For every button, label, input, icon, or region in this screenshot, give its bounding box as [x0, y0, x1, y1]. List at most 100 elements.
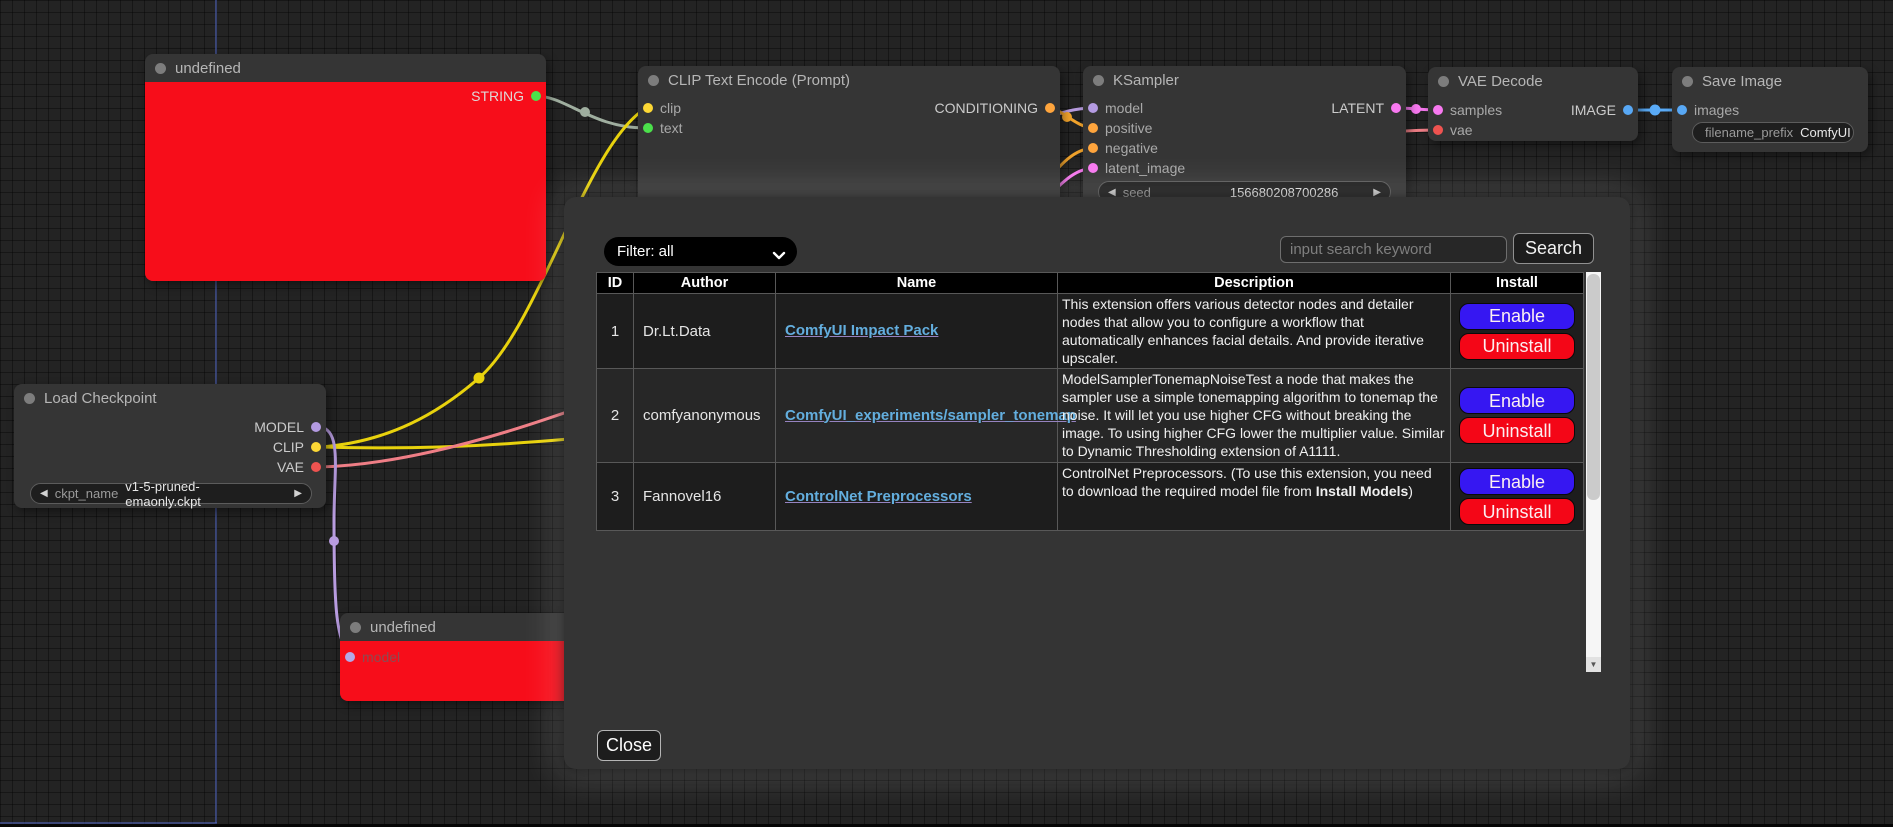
model-port-icon[interactable] — [345, 652, 355, 662]
node-undefined-bottom[interactable]: undefined model — [340, 613, 572, 701]
cell-install: Enable Uninstall — [1451, 463, 1584, 531]
node-title: Save Image — [1702, 73, 1782, 90]
latent-port-icon[interactable] — [1433, 105, 1443, 115]
output-slot-conditioning[interactable]: CONDITIONING — [935, 99, 1055, 117]
wire-dot-conditioning — [1062, 112, 1072, 122]
vae-port-icon[interactable] — [311, 462, 321, 472]
increment-arrow-icon[interactable]: ▶ — [1373, 187, 1381, 198]
table-row: 3 Fannovel16 ControlNet Preprocessors Co… — [597, 463, 1584, 531]
node-header[interactable]: Save Image — [1672, 67, 1868, 95]
output-slot-model[interactable]: MODEL — [254, 418, 321, 436]
node-header[interactable]: Load Checkpoint — [14, 384, 326, 412]
node-header[interactable]: undefined — [145, 54, 546, 82]
input-slot-model[interactable]: model — [345, 648, 400, 666]
extensions-table: ID Author Name Description Install 1 Dr.… — [596, 272, 1584, 531]
enable-button[interactable]: Enable — [1459, 387, 1575, 414]
scroll-down-arrow-icon[interactable]: ▼ — [1586, 657, 1601, 672]
filter-select[interactable]: Filter: all — [604, 237, 797, 266]
input-slot-latent-image[interactable]: latent_image — [1088, 159, 1185, 177]
output-slot-image[interactable]: IMAGE — [1571, 101, 1633, 119]
output-label: CLIP — [273, 439, 304, 455]
node-title: KSampler — [1113, 72, 1179, 89]
ckpt-name-widget[interactable]: ◀ ckpt_name v1-5-pruned-emaonly.ckpt ▶ — [30, 483, 312, 504]
string-port-icon[interactable] — [643, 123, 653, 133]
collapse-dot-icon[interactable] — [1438, 76, 1449, 87]
input-slot-clip[interactable]: clip — [643, 99, 681, 117]
output-slot-clip[interactable]: CLIP — [273, 438, 321, 456]
node-title: CLIP Text Encode (Prompt) — [668, 72, 850, 89]
image-port-icon[interactable] — [1677, 105, 1687, 115]
input-label: latent_image — [1105, 160, 1185, 176]
collapse-dot-icon[interactable] — [24, 393, 35, 404]
wire-dot-latent — [1411, 104, 1421, 114]
uninstall-button[interactable]: Uninstall — [1459, 333, 1575, 360]
node-load-checkpoint[interactable]: Load Checkpoint MODEL CLIP VAE ◀ ckpt_na… — [14, 384, 326, 508]
input-slot-negative[interactable]: negative — [1088, 139, 1158, 157]
scrollbar-thumb[interactable] — [1587, 274, 1600, 500]
decrement-arrow-icon[interactable]: ◀ — [1108, 187, 1116, 198]
uninstall-button[interactable]: Uninstall — [1459, 417, 1575, 444]
close-button[interactable]: Close — [597, 730, 661, 761]
cell-author: Dr.Lt.Data — [634, 294, 776, 369]
node-body-error: STRING — [145, 82, 546, 281]
cell-description: This extension offers various detector n… — [1058, 294, 1451, 369]
output-label: MODEL — [254, 419, 304, 435]
latent-port-icon[interactable] — [1391, 103, 1401, 113]
filename-prefix-widget[interactable]: filename_prefix ComfyUI — [1692, 122, 1854, 143]
extension-link[interactable]: ControlNet Preprocessors — [785, 488, 972, 505]
collapse-dot-icon[interactable] — [155, 63, 166, 74]
decrement-arrow-icon[interactable]: ◀ — [40, 488, 48, 499]
node-header[interactable]: CLIP Text Encode (Prompt) — [638, 66, 1060, 94]
image-port-icon[interactable] — [1623, 105, 1633, 115]
latent-port-icon[interactable] — [1088, 163, 1098, 173]
collapse-dot-icon[interactable] — [1682, 76, 1693, 87]
enable-button[interactable]: Enable — [1459, 303, 1575, 330]
conditioning-port-icon[interactable] — [1088, 123, 1098, 133]
node-header[interactable]: VAE Decode — [1428, 67, 1638, 95]
search-input[interactable] — [1280, 236, 1507, 263]
input-slot-positive[interactable]: positive — [1088, 119, 1152, 137]
vae-port-icon[interactable] — [1433, 125, 1443, 135]
uninstall-button[interactable]: Uninstall — [1459, 498, 1575, 525]
clip-port-icon[interactable] — [643, 103, 653, 113]
input-label: vae — [1450, 122, 1473, 138]
widget-label: ckpt_name — [55, 486, 119, 501]
input-slot-model[interactable]: model — [1088, 99, 1143, 117]
conditioning-port-icon[interactable] — [1088, 143, 1098, 153]
node-undefined-top[interactable]: undefined STRING — [145, 54, 546, 281]
output-slot-vae[interactable]: VAE — [277, 458, 321, 476]
collapse-dot-icon[interactable] — [350, 622, 361, 633]
table-scrollbar[interactable]: ▼ — [1586, 272, 1601, 672]
input-label: positive — [1105, 120, 1152, 136]
input-slot-vae[interactable]: vae — [1433, 121, 1473, 139]
node-save-image[interactable]: Save Image images filename_prefix ComfyU… — [1672, 67, 1868, 152]
node-header[interactable]: KSampler — [1083, 66, 1406, 94]
enable-button[interactable]: Enable — [1459, 468, 1575, 495]
clip-port-icon[interactable] — [311, 442, 321, 452]
increment-arrow-icon[interactable]: ▶ — [294, 488, 302, 499]
collapse-dot-icon[interactable] — [648, 75, 659, 86]
input-slot-text[interactable]: text — [643, 119, 683, 137]
collapse-dot-icon[interactable] — [1093, 75, 1104, 86]
col-header-id: ID — [597, 273, 634, 294]
node-header[interactable]: undefined — [340, 613, 572, 641]
cell-name: ControlNet Preprocessors — [776, 463, 1058, 531]
output-slot-latent[interactable]: LATENT — [1331, 99, 1401, 117]
node-vae-decode[interactable]: VAE Decode samples vae IMAGE — [1428, 67, 1638, 141]
output-label: STRING — [471, 88, 524, 104]
input-slot-samples[interactable]: samples — [1433, 101, 1502, 119]
widget-label: filename_prefix — [1705, 125, 1793, 140]
model-port-icon[interactable] — [1088, 103, 1098, 113]
input-label: negative — [1105, 140, 1158, 156]
search-button[interactable]: Search — [1513, 233, 1594, 264]
input-slot-images[interactable]: images — [1677, 101, 1739, 119]
output-slot-string[interactable]: STRING — [471, 87, 541, 105]
cell-id: 1 — [597, 294, 634, 369]
cell-install: Enable Uninstall — [1451, 369, 1584, 463]
conditioning-port-icon[interactable] — [1045, 103, 1055, 113]
cell-id: 3 — [597, 463, 634, 531]
extension-link[interactable]: ComfyUI Impact Pack — [785, 322, 938, 339]
string-port-icon[interactable] — [531, 91, 541, 101]
extension-link[interactable]: ComfyUI_experiments/sampler_tonemap — [785, 407, 1076, 424]
model-port-icon[interactable] — [311, 422, 321, 432]
